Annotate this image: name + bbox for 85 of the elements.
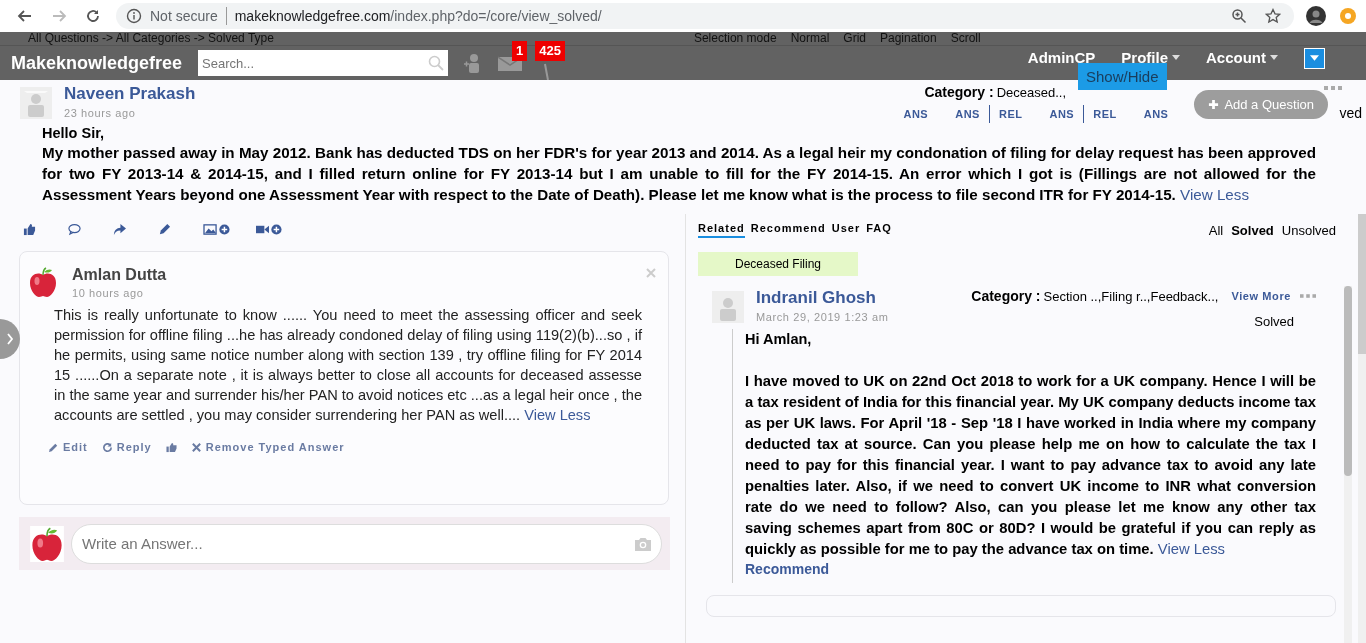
show-hide-tooltip[interactable]: Show/Hide (1078, 63, 1167, 90)
address-bar[interactable]: Not secure makeknowledgefree.com/index.php?do=/core/view_solved/ (116, 3, 1294, 29)
recommend-link[interactable]: Recommend (745, 561, 830, 583)
dropdown-toggle[interactable] (1304, 47, 1325, 69)
nav-menu-item[interactable]: Account (1206, 48, 1278, 66)
category-label: Category : (971, 288, 1041, 304)
reply-icon (101, 441, 113, 453)
search-field[interactable]: Search... (198, 50, 448, 76)
post-link[interactable]: ANS (1031, 105, 1084, 123)
url-host: makeknowledgefree.com (234, 8, 391, 24)
author-name[interactable]: Indranil Ghosh (756, 288, 889, 308)
status-label: ved (1339, 105, 1362, 123)
share-icon[interactable] (113, 222, 126, 236)
status-label: Solved (1254, 314, 1294, 329)
star-icon[interactable] (1265, 8, 1281, 24)
post-link[interactable]: REL (1083, 105, 1126, 123)
avatar-placeholder-icon (20, 87, 52, 119)
greeting-text: Hi Amlan, (745, 330, 813, 349)
filter-option[interactable]: Solved (1231, 222, 1274, 238)
like-icon[interactable] (165, 441, 177, 453)
category-label: Category : (924, 84, 994, 100)
view-less-link[interactable]: View Less (1157, 541, 1225, 557)
category-value: Section ..,Filing r..,Feedback.., (1043, 288, 1219, 304)
nav-menu-item[interactable]: Profile (1121, 48, 1180, 66)
view-more-link[interactable]: View More (1231, 290, 1291, 302)
caret-icon (1270, 54, 1278, 60)
page-scrollbar[interactable] (1358, 214, 1366, 643)
category-tag[interactable]: Deceased Filing (698, 252, 859, 276)
security-label: Not secure (150, 8, 218, 24)
plus-icon (1208, 99, 1220, 110)
post-link[interactable]: ANS (885, 105, 938, 123)
post-time: March 29, 2019 1:23 am (756, 311, 889, 323)
site-logo[interactable]: Makeknowledgefree (11, 52, 198, 74)
scrollbar[interactable] (1344, 286, 1352, 643)
avatar-icon[interactable] (1306, 6, 1326, 26)
caret-icon (1172, 54, 1180, 60)
greeting-text: Hello Sir, (42, 125, 106, 141)
add-image-icon[interactable] (203, 222, 231, 236)
chevron-icon (6, 333, 14, 345)
tab[interactable]: Related (698, 222, 745, 238)
tab[interactable]: Recommend (750, 222, 826, 238)
filter-option[interactable]: Unsolved (1281, 222, 1336, 238)
url-path: /index.php?do=/core/view_solved/ (390, 8, 602, 24)
back-icon[interactable] (17, 8, 33, 24)
post-time: 10 hours ago (72, 287, 145, 299)
filter-option[interactable]: All (1208, 222, 1224, 238)
view-less-link[interactable]: View Less (524, 407, 591, 423)
pencil-icon (48, 441, 59, 453)
answer-text: This is really unfortunate to know ...... You need to meet the assessing officer and seek permission for offline filing ...he has already condoned delay of filing using 119(2)(b)...so , if he permits, using same notice number along with section 139 , try offline filing for FY 2014 15 ......On a separate note , it is always better to close all accounts for deceased assesse in the same year and surrender his/her PAN to avoid notices etc ...as a legal heir once , the accounts are settled , you may consider surrendering her PAN as well.... View Less (54, 306, 642, 425)
comment-icon[interactable] (68, 222, 81, 236)
avatar-placeholder-icon (712, 291, 744, 323)
notification-badge: 1 (512, 41, 528, 61)
question-text: My mother passed away in May 2012. Bank has deducted TDS on her FDR's for year 2013 and 2014. As a legal heir my condonation of filing for delay request has been approved for two FY 2013-14 & 2014-15, and I filled return online for FY 2013-14 but I am unable to fill for the FY 2014-15. An error which I got is (Fillings are not allowed for the Assessment Years beyond one Assessment Year with respect to the Date of Death). Please let me know what is the process to file second ITR for FY 2014-15. View Less (42, 143, 1316, 205)
breadcrumb: All Questions -> All Categories -> Solved Type (28, 32, 274, 45)
category-value: Deceased.., (996, 84, 1066, 100)
pencil-icon[interactable] (158, 222, 171, 236)
info-icon[interactable] (126, 8, 142, 24)
tab[interactable]: FAQ (866, 222, 892, 238)
post-link[interactable]: ANS (937, 105, 989, 123)
edit-link[interactable]: Edit (48, 441, 88, 453)
like-icon[interactable] (23, 222, 36, 236)
answer-field[interactable]: Write an Answer... (71, 523, 662, 564)
remove-link[interactable]: Remove Typed Answer (190, 441, 345, 453)
post-link[interactable]: REL (988, 105, 1032, 123)
more-icon[interactable] (1324, 86, 1342, 90)
author-name[interactable]: Naveen Prakash (64, 84, 196, 104)
author-name[interactable]: Amlan Dutta (72, 266, 167, 284)
nav-menu-item[interactable]: AdminCP (1027, 48, 1096, 66)
post-text: I have moved to UK on 22nd Oct 2018 to work for a UK company. Hence I will be a tax resident of India for this financial year. My UK company deducts income tax as per UK laws. For April '18 - Sep '18 I have worked in India where my company deducted tax at source. Can you please help me on how to calculate the tax I need to pay for this financial year. I want to pay advance tax to avoid any late penalties later. Also, if we need to convert UK income to INR what conversion rate do we need to follow? Also, can you please let me know any other tax saving schemes apart from 80C or 80D? I would be grateful if you can reply as quickly as possible for me to pay the advance tax on time. View Less (745, 372, 1316, 559)
sidebar-toggle[interactable] (0, 319, 20, 359)
post-time: 23 hours ago (64, 107, 137, 119)
caret-icon (1310, 55, 1319, 61)
post-link[interactable]: ANS (1125, 105, 1178, 123)
close-icon (190, 441, 202, 453)
add-user-icon[interactable] (462, 52, 482, 74)
apple-avatar-icon (28, 266, 58, 298)
view-less-link[interactable]: View Less (1180, 186, 1249, 203)
add-video-icon[interactable] (255, 222, 283, 236)
reply-link[interactable]: Reply (101, 441, 152, 453)
zoom-icon[interactable] (1231, 8, 1247, 24)
reload-icon[interactable] (85, 8, 101, 24)
more-icon[interactable] (1300, 294, 1316, 298)
tab[interactable]: User (831, 222, 861, 238)
apple-avatar-icon (29, 525, 65, 562)
notification-badge: 425 (535, 41, 565, 61)
